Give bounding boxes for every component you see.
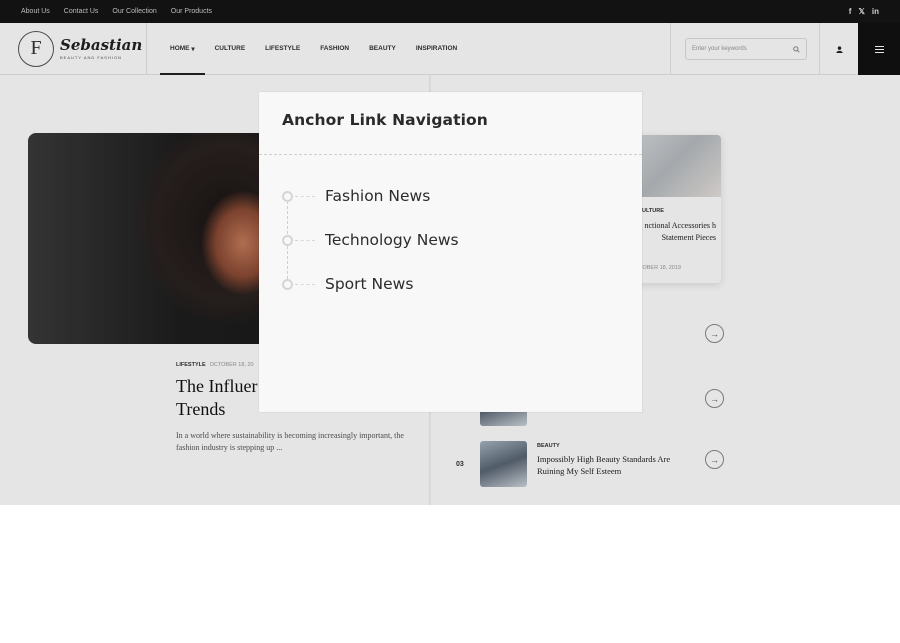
anchor-dot-icon	[282, 190, 293, 202]
anchor-connector	[295, 283, 315, 285]
anchor-link-label: Fashion News	[325, 187, 431, 205]
anchor-link-label: Sport News	[325, 275, 414, 293]
anchor-link-label: Technology News	[325, 231, 459, 249]
modal-title: Anchor Link Navigation	[282, 111, 488, 129]
anchor-link-technology-news[interactable]: Technology News	[282, 227, 612, 253]
anchor-link-fashion-news[interactable]: Fashion News	[282, 183, 612, 209]
modal-divider	[259, 154, 642, 155]
anchor-connector	[295, 195, 315, 197]
anchor-navigation-modal: Anchor Link Navigation Fashion News Tech…	[259, 92, 642, 412]
anchor-dot-icon	[282, 278, 293, 290]
anchor-dot-icon	[282, 234, 293, 246]
anchor-link-sport-news[interactable]: Sport News	[282, 271, 612, 297]
anchor-connector	[295, 239, 315, 241]
